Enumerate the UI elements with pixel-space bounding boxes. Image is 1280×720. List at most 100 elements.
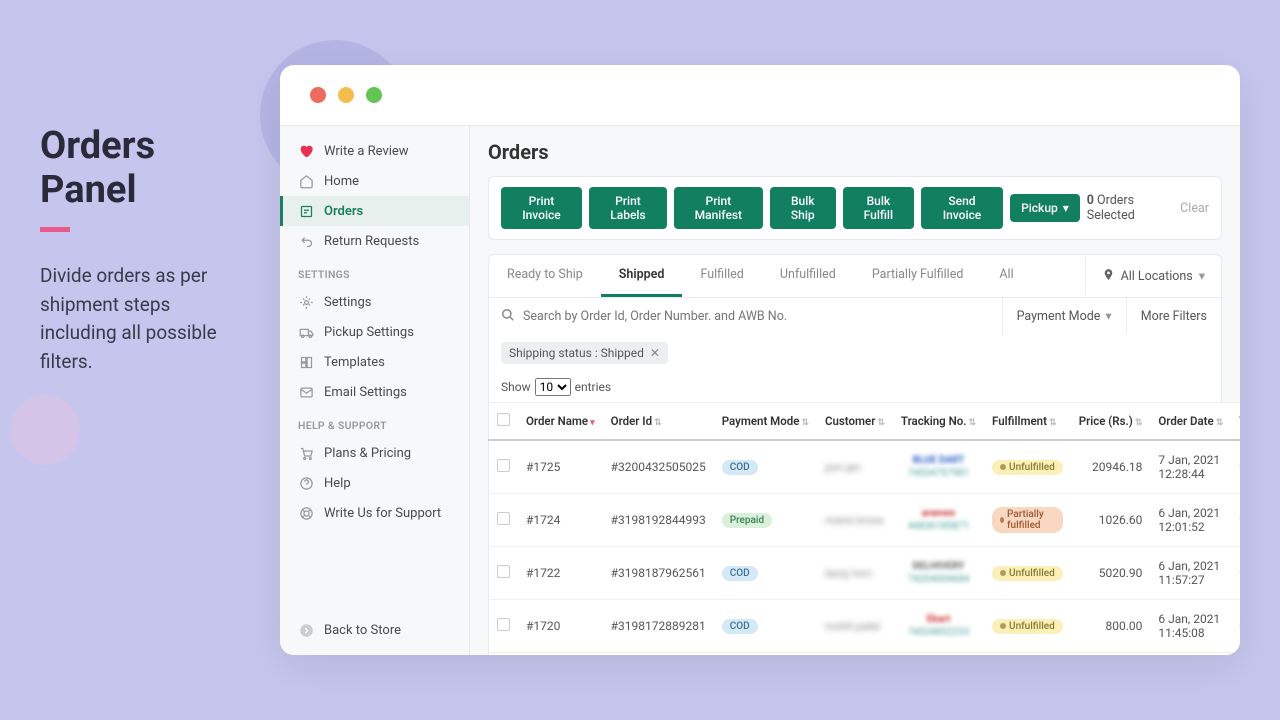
location-label: All Locations [1121, 269, 1193, 284]
sidebar-item-email-settings[interactable]: Email Settings [280, 377, 469, 407]
cell-customer: maria brosa [817, 494, 893, 547]
col-payment-mode[interactable]: Payment Mode⇅ [714, 403, 817, 441]
sidebar-item-help[interactable]: Help [280, 468, 469, 498]
caret-down-icon: ▾ [1063, 201, 1069, 215]
cell-date: 7 Jan, 2021 12:28:44 [1150, 440, 1231, 494]
sidebar: Write a Review Home Orders Return Reques… [280, 126, 470, 655]
email-icon [298, 384, 314, 400]
bulk-ship-button[interactable]: Bulk Ship [770, 187, 836, 229]
window-titlebar [280, 65, 1240, 125]
back-arrow-icon [298, 622, 314, 638]
window-close-icon[interactable] [310, 87, 326, 103]
cell-order-name: #1725 [518, 440, 603, 494]
cell-price: 5020.90 [1071, 547, 1151, 600]
cell-order-name: #1722 [518, 547, 603, 600]
row-checkbox[interactable] [497, 459, 510, 472]
cell-payment: COD [714, 547, 817, 600]
table-row: #1719#3198171611329CODgarima yadavaramex… [489, 653, 1241, 656]
window-maximize-icon[interactable] [366, 87, 382, 103]
col-price-rs-[interactable]: Price (Rs.)⇅ [1071, 403, 1151, 441]
sidebar-templates-label: Templates [324, 355, 385, 370]
tab-ready-to-ship[interactable]: Ready to Ship [489, 255, 601, 297]
view-row-button[interactable] [1231, 547, 1240, 600]
sidebar-write-review[interactable]: Write a Review [280, 136, 469, 166]
tabs: Ready to ShipShippedFulfilledUnfulfilled… [489, 255, 1085, 297]
view-row-button[interactable] [1231, 440, 1240, 494]
cell-date: 6 Jan, 2021 11:57:27 [1150, 547, 1231, 600]
view-row-button[interactable] [1231, 653, 1240, 656]
table-row: #1722#3198187962561CODlazzy tornDELHIVER… [489, 547, 1241, 600]
search-input[interactable] [523, 309, 990, 324]
promo-title: Orders Panel [40, 125, 250, 212]
return-icon [298, 233, 314, 249]
location-select[interactable]: All Locations ▾ [1085, 258, 1221, 295]
clear-selection-link[interactable]: Clear [1180, 201, 1209, 216]
cell-fulfillment: Unfulfilled [984, 547, 1071, 600]
cell-order-name: #1720 [518, 600, 603, 653]
caret-down-icon: ▾ [1105, 308, 1111, 324]
cell-order-id: #3198187962561 [603, 547, 714, 600]
sidebar-item-support[interactable]: Write Us for Support [280, 498, 469, 528]
row-checkbox[interactable] [497, 565, 510, 578]
pickup-button[interactable]: Pickup ▾ [1010, 194, 1080, 222]
app-window: Write a Review Home Orders Return Reques… [280, 65, 1240, 655]
col-order-id[interactable]: Order Id⇅ [603, 403, 714, 441]
sidebar-item-plans[interactable]: Plans & Pricing [280, 438, 469, 468]
tab-unfulfilled[interactable]: Unfulfilled [762, 255, 854, 297]
cell-tracking: Ekart74534852233 [893, 600, 984, 653]
cell-date: 6 Jan, 2021 11:45:08 [1150, 600, 1231, 653]
col-view[interactable]: View [1231, 403, 1240, 441]
home-icon [298, 173, 314, 189]
tab-all[interactable]: All [981, 255, 1031, 297]
sidebar-support-label: Write Us for Support [324, 506, 441, 521]
col-tracking-no-[interactable]: Tracking No.⇅ [893, 403, 984, 441]
tab-partially-fulfilled[interactable]: Partially Fulfilled [854, 255, 982, 297]
entries-select[interactable]: 10 [535, 378, 571, 396]
sidebar-help-header: HELP & SUPPORT [280, 407, 469, 438]
table-row: #1720#3198172889281CODmohit patelEkart74… [489, 600, 1241, 653]
sidebar-item-settings[interactable]: Settings [280, 287, 469, 317]
sidebar-help-label: Help [324, 476, 351, 491]
promo-underline [40, 227, 70, 232]
payment-mode-filter[interactable]: Payment Mode ▾ [1003, 298, 1127, 334]
cell-order-name: #1724 [518, 494, 603, 547]
chip-remove-icon[interactable]: ✕ [650, 346, 660, 360]
chip-label: Shipping status : Shipped [509, 346, 644, 360]
search-icon [501, 307, 515, 326]
view-row-button[interactable] [1231, 494, 1240, 547]
sidebar-item-home[interactable]: Home [280, 166, 469, 196]
truck-icon [298, 324, 314, 340]
cell-price: 3988.40 [1071, 653, 1151, 656]
window-minimize-icon[interactable] [338, 87, 354, 103]
tab-shipped[interactable]: Shipped [601, 255, 683, 297]
sidebar-item-pickup-settings[interactable]: Pickup Settings [280, 317, 469, 347]
col-order-date[interactable]: Order Date⇅ [1150, 403, 1231, 441]
col-fulfillment[interactable]: Fulfillment⇅ [984, 403, 1071, 441]
cell-tracking: BLUE DART74534757981 [893, 440, 984, 494]
print-invoice-button[interactable]: Print Invoice [501, 187, 582, 229]
cell-order-id: #3198171611329 [603, 653, 714, 656]
more-filters-button[interactable]: More Filters [1127, 298, 1221, 334]
row-checkbox[interactable] [497, 618, 510, 631]
chevron-down-icon: ▾ [1199, 268, 1205, 284]
help-icon [298, 475, 314, 491]
row-checkbox[interactable] [497, 512, 510, 525]
sidebar-settings-header: SETTINGS [280, 256, 469, 287]
sidebar-item-orders[interactable]: Orders [280, 196, 469, 226]
bulk-fulfill-button[interactable]: Bulk Fulfill [843, 187, 914, 229]
sidebar-item-templates[interactable]: Templates [280, 347, 469, 377]
main-content: Orders Print Invoice Print Labels Print … [470, 126, 1240, 655]
print-labels-button[interactable]: Print Labels [589, 187, 667, 229]
tab-fulfilled[interactable]: Fulfilled [682, 255, 761, 297]
sidebar-item-returns[interactable]: Return Requests [280, 226, 469, 256]
select-all-checkbox[interactable] [497, 413, 510, 426]
view-row-button[interactable] [1231, 600, 1240, 653]
col-customer[interactable]: Customer⇅ [817, 403, 893, 441]
cell-payment: COD [714, 653, 817, 656]
cell-tracking: aramex74204606895 [893, 653, 984, 656]
sidebar-email-label: Email Settings [324, 385, 407, 400]
send-invoice-button[interactable]: Send Invoice [921, 187, 1003, 229]
print-manifest-button[interactable]: Print Manifest [674, 187, 763, 229]
sidebar-back-to-store[interactable]: Back to Store [280, 615, 469, 645]
col-order-name[interactable]: Order Name▾ [518, 403, 603, 441]
